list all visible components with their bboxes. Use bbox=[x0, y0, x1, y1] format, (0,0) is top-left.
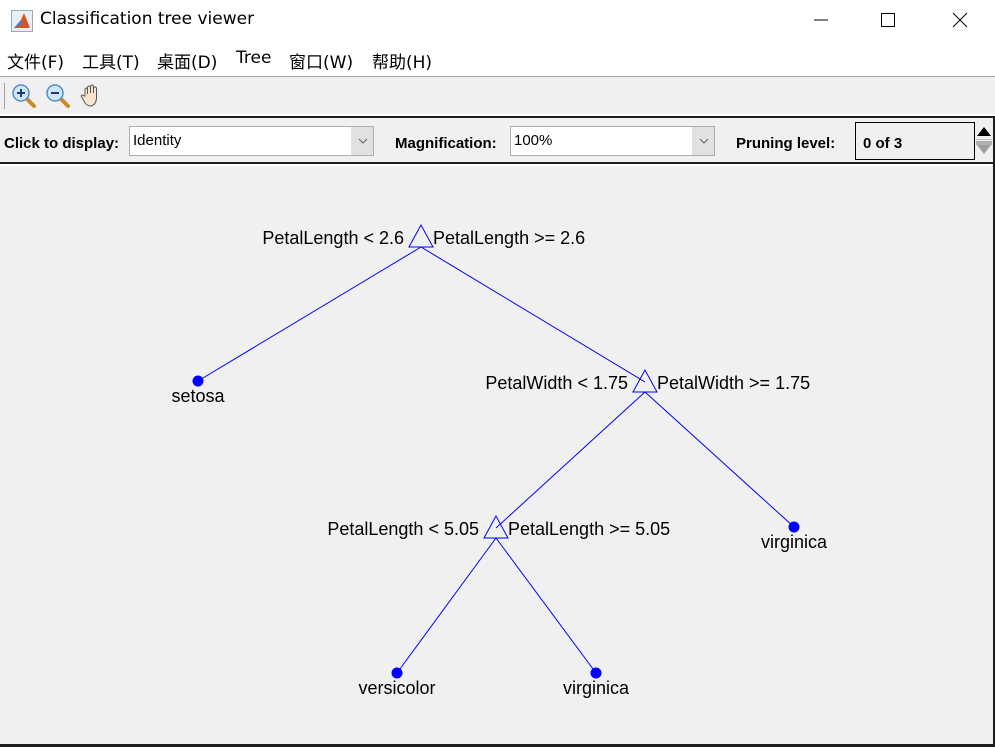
matlab-logo-icon bbox=[11, 10, 33, 32]
pruning-level-label: Pruning level: bbox=[736, 135, 836, 152]
controls-panel: Click to display: Identity Magnification… bbox=[0, 116, 995, 164]
window-title: Classification tree viewer bbox=[40, 9, 255, 29]
menu-tree[interactable]: Tree bbox=[236, 48, 271, 68]
leaf-node-marker[interactable] bbox=[391, 667, 403, 679]
branch-rule-right: PetalLength >= 2.6 bbox=[433, 228, 585, 248]
zoom-in-icon[interactable] bbox=[10, 82, 38, 110]
leaf-label: virginica bbox=[563, 678, 630, 698]
pruning-spinner[interactable] bbox=[975, 122, 993, 160]
branch-rule-left: PetalLength < 5.05 bbox=[327, 519, 479, 539]
magnification-label: Magnification: bbox=[395, 135, 497, 152]
menu-help[interactable]: 帮助(H) bbox=[372, 48, 432, 73]
leaf-node-marker[interactable] bbox=[192, 375, 204, 387]
toolbar-grip bbox=[4, 83, 5, 109]
leaf-node-marker[interactable] bbox=[788, 521, 800, 533]
branch-node-marker[interactable] bbox=[483, 514, 509, 539]
menu-tools[interactable]: 工具(T) bbox=[82, 48, 140, 73]
branch-rule-left: PetalWidth < 1.75 bbox=[485, 373, 628, 393]
spin-down-icon[interactable] bbox=[977, 145, 991, 154]
pan-hand-icon[interactable] bbox=[78, 82, 106, 110]
spin-up-icon[interactable] bbox=[977, 127, 991, 136]
leaf-label: versicolor bbox=[358, 678, 435, 698]
menu-bar: 文件(F) 工具(T) 桌面(D) Tree 窗口(W) 帮助(H) bbox=[0, 44, 995, 108]
magnification-value: 100% bbox=[514, 132, 553, 149]
pruning-level-field[interactable]: 0 of 3 bbox=[855, 122, 975, 160]
click-to-display-select[interactable]: Identity bbox=[129, 126, 374, 156]
tree-canvas[interactable]: PetalLength < 2.6 PetalLength >= 2.6 Petal… bbox=[0, 166, 995, 747]
menu-window[interactable]: 窗口(W) bbox=[289, 48, 353, 73]
tree-edge bbox=[495, 391, 646, 529]
click-to-display-value: Identity bbox=[133, 132, 182, 149]
magnification-select[interactable]: 100% bbox=[510, 126, 715, 156]
pruning-level-value: 0 of 3 bbox=[863, 135, 903, 152]
tree-edge bbox=[420, 246, 646, 383]
title-bar: Classification tree viewer bbox=[0, 0, 995, 40]
close-icon bbox=[952, 12, 968, 28]
chevron-down-icon[interactable] bbox=[351, 127, 373, 155]
branch-rule-right: PetalLength >= 5.05 bbox=[508, 519, 670, 539]
maximize-button[interactable] bbox=[853, 0, 923, 40]
tree-edge bbox=[644, 391, 795, 528]
branch-rule-right: PetalWidth >= 1.75 bbox=[657, 373, 810, 393]
branch-node-marker[interactable] bbox=[632, 368, 658, 393]
maximize-icon bbox=[881, 13, 895, 27]
leaf-label: virginica bbox=[761, 532, 828, 552]
leaf-node-marker[interactable] bbox=[590, 667, 602, 679]
leaf-label: setosa bbox=[171, 386, 225, 406]
minimize-button[interactable] bbox=[786, 0, 856, 40]
tree-edge bbox=[396, 537, 497, 674]
branch-rule-left: PetalLength < 2.6 bbox=[262, 228, 404, 248]
tree-plot: PetalLength < 2.6 PetalLength >= 2.6 Petal… bbox=[171, 223, 828, 698]
menu-desktop[interactable]: 桌面(D) bbox=[157, 48, 217, 73]
close-button[interactable] bbox=[925, 0, 995, 40]
zoom-out-icon[interactable] bbox=[44, 82, 72, 110]
minimize-icon bbox=[814, 19, 828, 21]
branch-node-marker[interactable] bbox=[408, 223, 434, 248]
chevron-down-icon[interactable] bbox=[692, 127, 714, 155]
click-to-display-label: Click to display: bbox=[4, 135, 120, 152]
tree-edge bbox=[495, 537, 597, 674]
tree-edge bbox=[197, 246, 422, 382]
toolbar bbox=[0, 76, 995, 114]
menu-file[interactable]: 文件(F) bbox=[7, 48, 64, 73]
